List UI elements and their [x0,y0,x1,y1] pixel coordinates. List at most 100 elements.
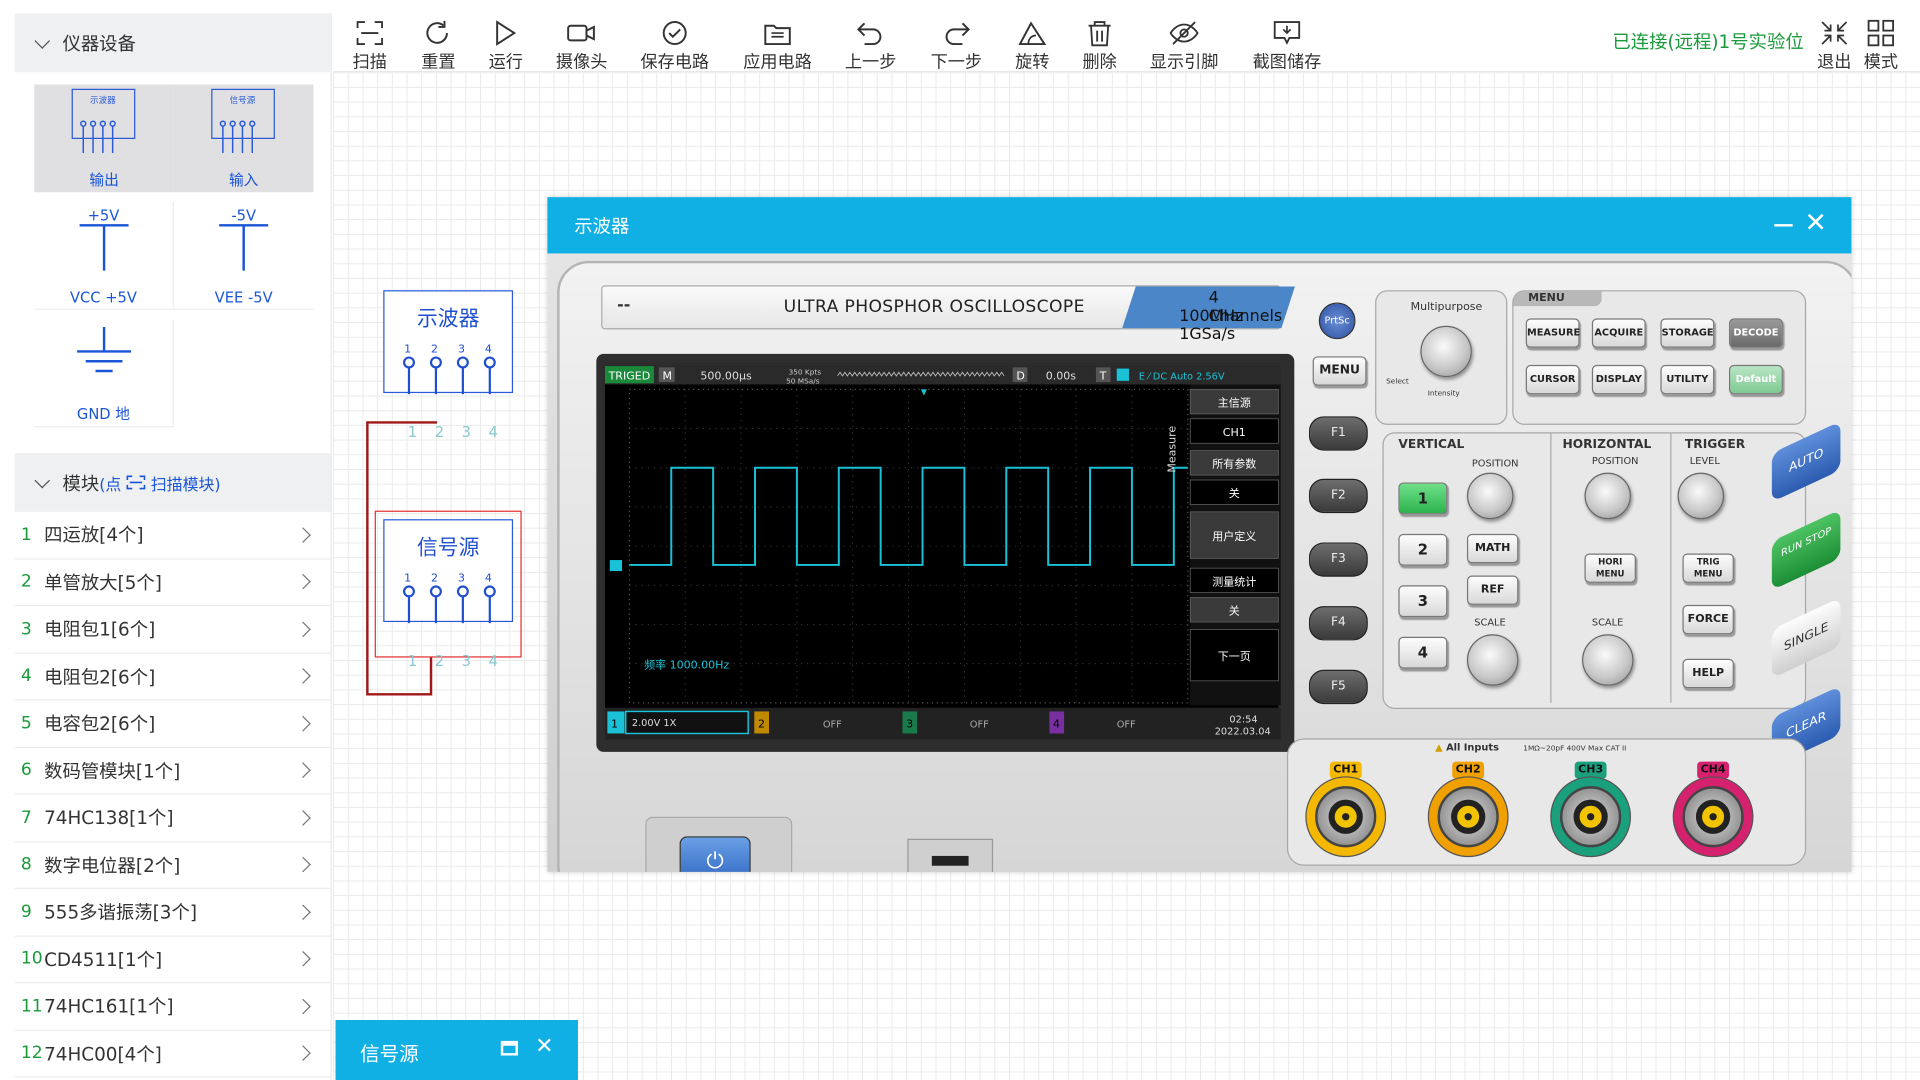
module-item[interactable]: 7 74HC138[1个] [14,795,331,842]
palette-vcc[interactable]: +5V VCC +5V [34,202,174,310]
module-item[interactable]: 10 CD4511[1个] [14,936,331,984]
module-hint-scan[interactable]: 扫描模块) [151,471,221,494]
prtsc-button[interactable]: PrtSc [1318,302,1356,340]
storage-key[interactable]: STORAGE [1660,318,1715,348]
screenshot-button[interactable]: 截图储存 [1253,18,1321,73]
signal-source-tab[interactable]: 信号源 ✕ [335,1020,578,1080]
redo-button[interactable]: 下一步 [931,18,982,73]
exit-label: 退出 [1817,52,1852,73]
module-item[interactable]: 11 74HC161[1个] [14,983,331,1031]
ref-key[interactable]: REF [1466,575,1519,605]
palette-vee[interactable]: -5V VEE -5V [173,202,314,310]
redo-icon [945,22,970,46]
minimize-icon[interactable] [1774,224,1793,227]
module-label: 单管放大[5个] [44,571,162,594]
apply-circuit-button[interactable]: 应用电路 [743,18,812,73]
sig-mini-label: 信号源 [230,94,256,106]
module-item[interactable]: 3 电阻包1[6个] [14,606,331,654]
trigger-level-knob[interactable] [1677,472,1725,520]
pin-label: 2 [431,343,438,356]
hori-menu-key[interactable]: HORI MENU [1584,553,1636,583]
pin-label: 2 [431,572,438,585]
ch3-key[interactable]: 3 [1398,585,1448,618]
usb-port-icon [931,855,969,866]
vertical-scale-knob[interactable] [1466,634,1519,686]
clock-date: 2022.03.04 [1215,727,1271,738]
modules-header[interactable]: 模块 (点 扫描模块) [14,453,331,512]
ch4-key[interactable]: 4 [1398,636,1448,669]
horizontal-position-knob[interactable] [1584,472,1632,520]
math-key[interactable]: MATH [1466,533,1519,564]
cursor-key[interactable]: CURSOR [1525,364,1580,395]
horizontal-scale-knob[interactable] [1582,634,1634,686]
module-label: 数字电位器[2个] [44,854,181,877]
input-connector-ch1[interactable]: CH1 [1305,761,1387,862]
redo-label: 下一步 [930,52,983,73]
decode-key[interactable]: DECODE [1728,318,1783,348]
f5-button[interactable]: F5 [1308,669,1368,705]
power-icon[interactable]: ⏻ [679,836,751,872]
mode-button[interactable]: 模式 [1864,18,1898,73]
force-key[interactable]: FORCE [1682,604,1734,635]
input-connector-ch4[interactable]: CH4 [1672,761,1754,862]
menu-button[interactable]: MENU [1312,356,1367,386]
camera-button[interactable]: 摄像头 [556,18,607,73]
module-item[interactable]: 4 电阻包2[6个] [14,653,331,701]
acquire-key[interactable]: ACQUIRE [1591,318,1646,348]
module-item[interactable]: 5 电容包2[6个] [14,700,331,748]
signal-source-mini-icon: 信号源 [211,88,275,154]
delete-label: 删除 [1082,52,1117,73]
module-number: 10 [20,949,43,969]
trig-menu-key[interactable]: TRIG MENU [1682,553,1734,583]
show-pins-button[interactable]: 显示引脚 [1150,18,1218,73]
display-key[interactable]: DISPLAY [1591,364,1646,395]
module-item[interactable]: 6 数码管模块[1个] [14,748,331,795]
ch1-key[interactable]: 1 [1398,482,1448,515]
module-item[interactable]: 1 四运放[4个] [14,512,331,559]
module-item[interactable]: 2 单管放大[5个] [14,559,331,607]
oscilloscope-block[interactable]: 示波器 1 2 3 4 [383,290,514,395]
save-circuit-button[interactable]: 保存电路 [640,18,709,73]
vertical-position-knob[interactable] [1466,472,1514,520]
close-icon[interactable]: ✕ [535,1033,553,1059]
multipurpose-knob[interactable] [1420,325,1472,378]
modules-title: 模块 [62,472,100,495]
devices-header[interactable]: 仪器设备 [14,13,331,73]
scan-button[interactable]: 扫描 [353,18,387,73]
utility-key[interactable]: UTILITY [1660,364,1715,395]
measure-key[interactable]: MEASURE [1525,318,1580,348]
reset-button[interactable]: 重置 [421,18,456,73]
device-palette: 示波器 输出 信号源 输入 +5V VCC +5V -5V VEE -5V GN… [15,72,331,453]
input-connector-ch2[interactable]: CH2 [1427,761,1509,862]
f1-button[interactable]: F1 [1308,416,1368,451]
delete-button[interactable]: 删除 [1082,18,1117,73]
default-key[interactable]: Default [1728,364,1783,395]
input-connector-ch3[interactable]: CH3 [1550,761,1632,862]
help-key[interactable]: HELP [1682,658,1734,689]
menu-item: 关 [1229,604,1240,618]
module-number: 6 [20,760,32,781]
module-item[interactable]: 8 数字电位器[2个] [14,842,331,889]
restore-icon[interactable] [500,1040,518,1056]
palette-oscilloscope-output[interactable]: 示波器 输出 [34,84,174,193]
f3-button[interactable]: F3 [1308,542,1368,577]
palette-signal-input[interactable]: 信号源 输入 [173,84,314,193]
exit-button[interactable]: 退出 [1817,18,1851,73]
rotate-button[interactable]: 旋转 [1015,18,1049,73]
chevron-right-icon [295,1045,311,1062]
module-item[interactable]: 12 74HC00[4个] [14,1030,331,1078]
ground-symbol-icon [77,326,132,373]
undo-button[interactable]: 上一步 [845,18,896,73]
f4-button[interactable]: F4 [1308,606,1368,641]
module-item[interactable]: 9 555多谐振荡[3个] [14,889,331,937]
close-icon[interactable]: ✕ [1804,208,1827,239]
ch2-key[interactable]: 2 [1398,533,1448,566]
run-button[interactable]: 运行 [489,18,523,73]
measure-tab: Measure [1166,426,1179,473]
oscilloscope-window-header[interactable]: 示波器 ✕ [547,197,1852,254]
palette-gnd[interactable]: GND 地 [34,319,174,428]
signal-source-block[interactable]: 信号源 1 2 3 4 [383,519,514,624]
ch2-state: OFF [823,719,842,730]
f2-button[interactable]: F2 [1308,478,1368,514]
module-label: 74HC138[1个] [44,807,174,830]
